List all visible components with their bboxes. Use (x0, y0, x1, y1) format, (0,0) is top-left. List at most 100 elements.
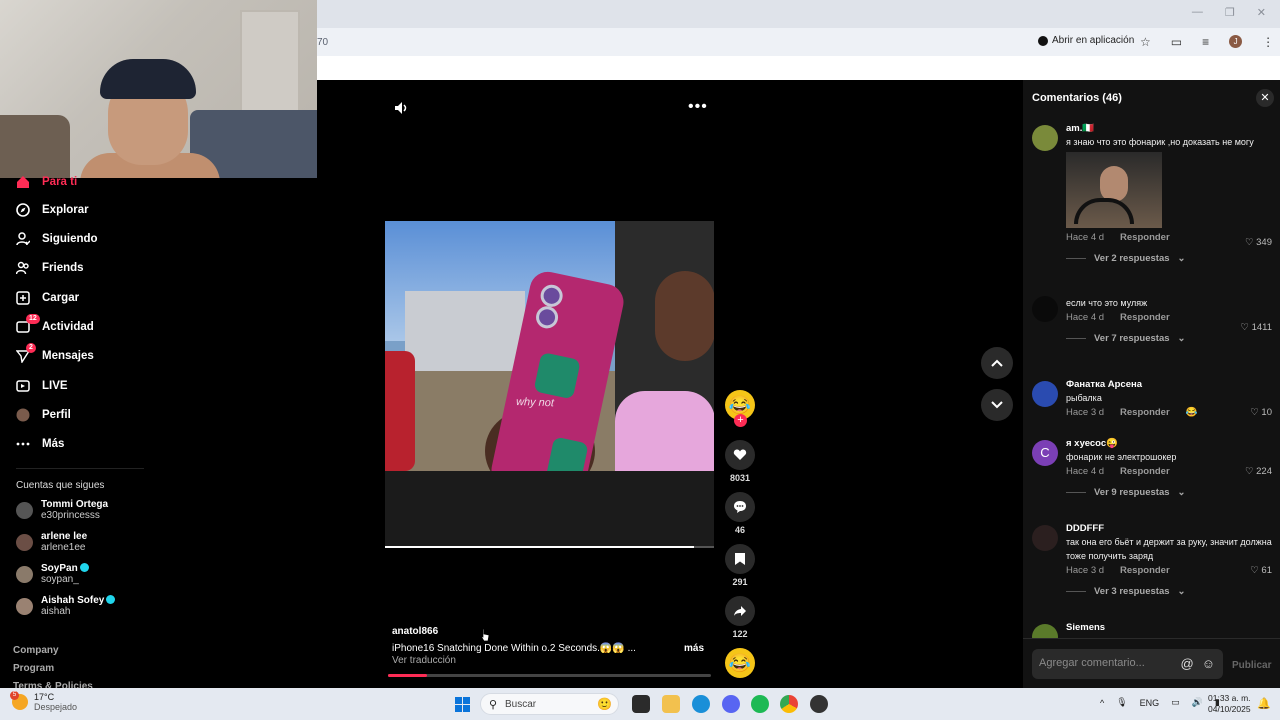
task-view-icon[interactable] (632, 695, 650, 713)
sidebar-item-mas[interactable]: Más (16, 434, 64, 454)
comment-input[interactable] (1039, 657, 1179, 669)
previous-video-button[interactable] (981, 347, 1013, 379)
comment-avatar[interactable] (1032, 381, 1058, 407)
publish-button[interactable]: Publicar (1232, 660, 1271, 671)
weather-badge: 5 (10, 691, 19, 700)
obs-icon[interactable] (810, 695, 828, 713)
sidebar-item-friends[interactable]: Friends (16, 258, 84, 278)
reply-button[interactable]: Responder (1120, 312, 1170, 323)
close-window-icon[interactable]: ✕ (1257, 6, 1266, 19)
open-in-app-button[interactable]: Abrir en aplicación (1038, 35, 1134, 46)
following-account[interactable]: Aishah Sofey aishah (16, 592, 116, 620)
comment-like[interactable]: ♡ 1411 (1240, 322, 1272, 333)
reply-button[interactable]: Responder (1120, 466, 1170, 477)
minimize-icon[interactable]: — (1192, 6, 1203, 19)
view-replies-button[interactable]: Ver 9 respuestas ⌄ (1066, 487, 1272, 498)
chevron-down-icon (991, 401, 1003, 409)
windows-start-icon[interactable] (455, 697, 470, 712)
comment-avatar[interactable] (1032, 296, 1058, 322)
save-button[interactable]: 291 (724, 544, 756, 587)
footer-link-program[interactable]: Program (13, 663, 54, 674)
url-text[interactable]: 70 (317, 37, 328, 48)
video-author[interactable]: anatol866 (392, 626, 438, 637)
next-video-button[interactable] (981, 389, 1013, 421)
sidebar-item-live[interactable]: LIVE (16, 376, 68, 396)
comment-like[interactable]: ♡ 10 (1250, 407, 1272, 418)
discord-icon[interactable] (722, 695, 740, 713)
weather-widget[interactable]: 5 17°C Despejado (10, 691, 77, 712)
comment-avatar[interactable]: C (1032, 440, 1058, 466)
view-replies-button[interactable]: Ver 2 respuestas ⌄ (1066, 253, 1272, 264)
comment-username[interactable]: я хуесос😜 (1066, 438, 1272, 450)
sidebar-item-explorar[interactable]: Explorar (16, 200, 89, 220)
comment-like[interactable]: ♡ 61 (1250, 565, 1272, 576)
comment-username[interactable]: am.🇮🇹 (1066, 123, 1272, 135)
sidebar-item-actividad[interactable]: 12 Actividad (16, 314, 94, 337)
replies-divider (1066, 258, 1086, 259)
chrome-icon[interactable] (780, 695, 798, 713)
volume-icon[interactable] (393, 100, 409, 116)
sidebar-item-perfil[interactable]: Perfil (16, 405, 71, 425)
caption-more-link[interactable]: más (684, 643, 704, 654)
comment-avatar[interactable] (1032, 125, 1058, 151)
reply-button[interactable]: Responder (1120, 232, 1170, 243)
profile-avatar[interactable]: J (1229, 35, 1243, 48)
sidebar-item-mensajes[interactable]: 2 Mensajes (15, 343, 94, 366)
footer-link-company[interactable]: Company (13, 645, 59, 656)
microphone-icon[interactable]: 🎙 (1116, 697, 1127, 708)
mention-icon[interactable]: @ (1181, 656, 1194, 671)
volume-tray-icon[interactable]: 🔊 (1192, 697, 1203, 708)
webcam-person (80, 55, 220, 178)
share-button[interactable]: 122 (724, 596, 756, 639)
system-clock[interactable]: 01:33 a. m. 04/10/2025 (1208, 693, 1251, 715)
view-replies-button[interactable]: Ver 3 respuestas ⌄ (1066, 586, 1272, 597)
kebab-menu-icon[interactable]: ⋮ (1262, 35, 1274, 49)
sidebar-item-para-ti[interactable]: Para ti (16, 172, 77, 192)
more-options-icon[interactable]: ••• (688, 98, 708, 116)
following-account[interactable]: Tommi Ortega e30princesss (16, 496, 108, 524)
close-icon[interactable]: ✕ (1256, 89, 1274, 107)
comment-username[interactable]: Фанатка Арсена (1066, 379, 1272, 391)
following-account[interactable]: arlene lee arlene1ee (16, 528, 87, 556)
follow-plus-icon[interactable]: + (734, 414, 747, 427)
comment-text: я знаю что это фонарик ,но доказать не м… (1066, 137, 1254, 147)
sidebar-item-cargar[interactable]: Cargar (16, 288, 79, 308)
notification-bell-icon[interactable]: 🔔 (1257, 697, 1271, 710)
tiktok-icon (1038, 35, 1048, 46)
sound-disc[interactable]: 😂 (724, 648, 756, 678)
emoji-icon[interactable]: ☺ (1202, 656, 1215, 671)
following-account[interactable]: SoyPan soypan_ (16, 560, 89, 588)
spotify-icon[interactable] (751, 695, 769, 713)
comment-username[interactable]: Siemens (1066, 622, 1272, 634)
comment-input-box[interactable]: @ ☺ (1032, 649, 1223, 679)
reply-button[interactable]: Responder (1120, 407, 1170, 418)
edge-browser-icon[interactable] (692, 695, 710, 713)
sound-disc-emoji: 😂 (725, 648, 755, 678)
file-explorer-icon[interactable] (662, 695, 680, 713)
view-replies-button[interactable]: Ver 7 respuestas ⌄ (1066, 333, 1272, 344)
comment-button[interactable]: 46 (724, 492, 756, 535)
video-progress-bar[interactable] (388, 674, 711, 677)
playlist-icon[interactable]: ≡ (1202, 35, 1209, 49)
like-button[interactable]: 8031 (724, 440, 756, 483)
see-translation-link[interactable]: Ver traducción (392, 655, 456, 666)
comment-like[interactable]: ♡ 349 (1245, 237, 1272, 248)
sidebar-item-label: Más (42, 438, 65, 450)
cast-icon[interactable]: ▭ (1171, 35, 1182, 49)
bookmark-star-icon[interactable]: ☆ (1140, 35, 1151, 49)
video-player[interactable]: why not (385, 221, 714, 547)
comment-avatar[interactable] (1032, 525, 1058, 551)
language-indicator[interactable]: ENG (1140, 698, 1160, 708)
sidebar-item-siguiendo[interactable]: Siguiendo (16, 229, 98, 249)
weather-sun-icon: 5 (10, 691, 28, 710)
author-avatar[interactable]: 😂 + (724, 390, 756, 427)
taskbar-search[interactable]: ⚲ Buscar 🙂 (480, 693, 619, 715)
comment-username[interactable]: DDDFFF (1066, 523, 1272, 535)
comment-like[interactable]: ♡ 224 (1245, 466, 1272, 477)
restore-icon[interactable]: ❐ (1225, 6, 1235, 19)
chevron-up-icon[interactable]: ^ (1100, 698, 1104, 708)
network-icon[interactable]: ▭ (1171, 697, 1180, 708)
reply-button[interactable]: Responder (1120, 565, 1170, 576)
comment-gif[interactable] (1066, 152, 1162, 228)
comment-time: Hace 4 d (1066, 466, 1105, 477)
